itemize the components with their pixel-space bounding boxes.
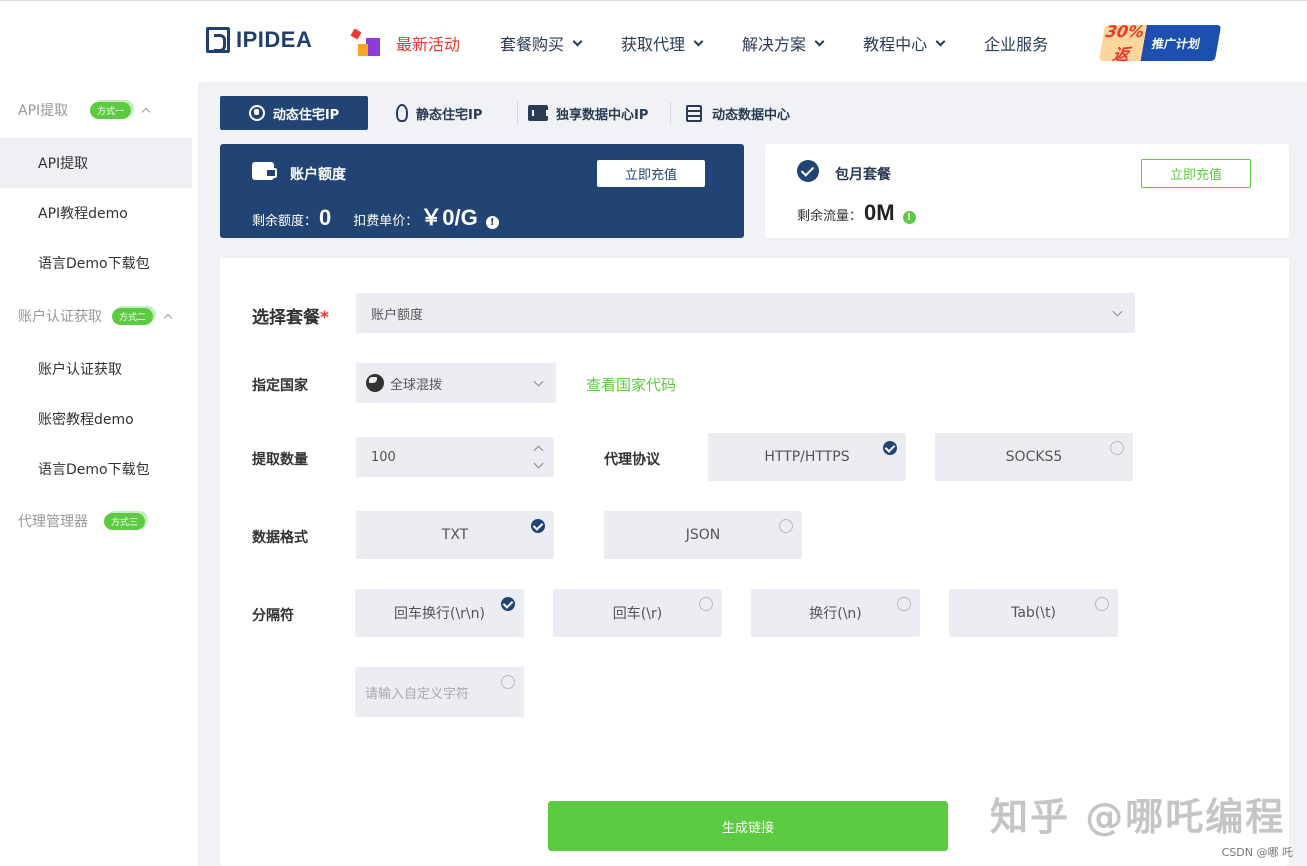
chevron-down-icon xyxy=(533,376,544,387)
brand-logo-icon xyxy=(206,27,230,53)
format-option-json[interactable]: JSON xyxy=(604,511,802,559)
sidebar-item-language-demo-2[interactable]: 语言Demo下载包 xyxy=(0,444,192,494)
package-select[interactable]: 账户额度 xyxy=(356,293,1135,333)
chevron-down-icon xyxy=(693,36,704,46)
country-code-link[interactable]: 查看国家代码 xyxy=(586,374,676,395)
datacenter-icon xyxy=(528,105,548,121)
main-nav: 最新活动 套餐购买 获取代理 解决方案 教程中心 企业服务 xyxy=(348,23,1088,63)
watermark: 知乎 @哪吒编程 xyxy=(990,795,1286,839)
required-mark: * xyxy=(320,308,329,328)
check-radio-icon xyxy=(883,441,897,455)
balance-recharge-button[interactable]: 立即充值 xyxy=(597,160,705,187)
remaining-balance-value: 0 xyxy=(319,205,332,230)
remaining-traffic-value: 0M xyxy=(864,200,895,225)
custom-separator-input[interactable]: 请输入自定义字符 xyxy=(355,667,524,717)
chevron-up-icon xyxy=(141,107,151,117)
separator-option-tab[interactable]: Tab(\t) xyxy=(949,589,1118,637)
nav-tutorials[interactable]: 教程中心 xyxy=(863,31,946,55)
nav-package-purchase[interactable]: 套餐购买 xyxy=(500,31,583,55)
radio-icon xyxy=(779,519,793,533)
globe-icon xyxy=(366,374,384,392)
brand-name: IPIDEA xyxy=(236,27,313,52)
balance-line: 剩余额度： 0 扣费单价： ￥0/G ! xyxy=(252,200,499,232)
tab-static-residential[interactable]: 静态住宅IP xyxy=(396,96,482,130)
layers-icon xyxy=(684,105,704,122)
separator-label: 分隔符 xyxy=(252,608,294,624)
protocol-label: 代理协议 xyxy=(604,452,660,468)
nav-solutions[interactable]: 解决方案 xyxy=(742,31,825,55)
tab-divider xyxy=(517,102,518,124)
chevron-down-icon xyxy=(935,36,946,46)
radio-icon xyxy=(501,675,515,689)
quantity-stepper[interactable]: 100 xyxy=(356,437,554,477)
brand-logo[interactable]: IPIDEA xyxy=(206,27,312,53)
radio-icon xyxy=(699,597,713,611)
balance-title: 账户额度 xyxy=(290,167,346,183)
sidebar-item-account-auth[interactable]: 账户认证获取 xyxy=(0,344,192,394)
monthly-package-card: 包月套餐 立即充值 剩余流量： 0M ! xyxy=(765,144,1289,238)
radio-icon xyxy=(897,597,911,611)
separator-option-lf[interactable]: 换行(\n) xyxy=(751,589,920,637)
check-radio-icon xyxy=(501,597,515,611)
traffic-line: 剩余流量： 0M ! xyxy=(797,200,916,226)
package-label: 选择套餐* xyxy=(252,308,329,328)
sidebar-item-password-demo[interactable]: 账密教程demo xyxy=(0,394,192,444)
nav-enterprise[interactable]: 企业服务 xyxy=(984,31,1048,55)
info-icon[interactable]: ! xyxy=(902,211,916,224)
separator-option-cr[interactable]: 回车(\r) xyxy=(553,589,722,637)
quantity-label: 提取数量 xyxy=(252,452,308,468)
credit-text: CSDN @哪 吒 xyxy=(1221,846,1293,859)
extraction-form: 选择套餐* 账户额度 指定国家 全球混拨 查看国家代码 提取数量 100 代理协… xyxy=(220,258,1289,866)
check-circle-icon xyxy=(797,160,819,182)
country-select[interactable]: 全球混拨 xyxy=(356,363,556,403)
check-radio-icon xyxy=(531,519,545,533)
method-badge: 方式二 xyxy=(112,307,154,325)
tab-dynamic-residential[interactable]: 动态住宅IP xyxy=(220,96,368,130)
chevron-down-icon xyxy=(1112,306,1123,317)
radio-icon xyxy=(1110,441,1124,455)
chevron-down-icon[interactable] xyxy=(533,458,544,469)
account-balance-card: 账户额度 立即充值 剩余额度： 0 扣费单价： ￥0/G ! xyxy=(220,144,744,238)
sidebar-item-language-demo[interactable]: 语言Demo下载包 xyxy=(0,238,192,288)
sidebar-item-api-extract[interactable]: API提取 xyxy=(0,138,192,188)
sidebar-group-account-auth[interactable]: 账户认证获取 方式二 xyxy=(0,291,198,341)
method-badge: 方式一 xyxy=(90,101,132,119)
location-pin-icon xyxy=(396,104,408,122)
format-option-txt[interactable]: TXT xyxy=(356,511,554,559)
unit-price-value: ￥0/G xyxy=(420,205,478,230)
chevron-down-icon xyxy=(572,36,583,46)
radio-icon xyxy=(1095,597,1109,611)
protocol-option-http[interactable]: HTTP/HTTPS xyxy=(708,433,906,481)
method-badge: 方式三 xyxy=(104,512,146,530)
sidebar-group-api[interactable]: API提取 方式一 xyxy=(0,85,198,135)
info-icon[interactable]: ! xyxy=(485,216,499,229)
protocol-option-socks5[interactable]: SOCKS5 xyxy=(935,433,1133,481)
chevron-down-icon xyxy=(814,36,825,46)
nav-get-proxy[interactable]: 获取代理 xyxy=(621,31,704,55)
nav-latest-activity[interactable]: 最新活动 xyxy=(348,26,460,60)
chevron-up-icon[interactable] xyxy=(533,445,544,456)
tab-dedicated-datacenter[interactable]: 独享数据中心IP xyxy=(528,96,648,130)
monthly-title: 包月套餐 xyxy=(835,167,891,183)
wallet-icon xyxy=(252,162,277,180)
generate-link-button[interactable]: 生成链接 xyxy=(548,801,948,851)
sidebar: API提取 方式一 API提取 API教程demo 语言Demo下载包 账户认证… xyxy=(0,82,198,866)
promo-label: 推广计划 xyxy=(1150,36,1202,51)
globe-icon xyxy=(248,105,265,121)
tab-dynamic-datacenter[interactable]: 动态数据中心 xyxy=(684,96,790,130)
promo-banner[interactable]: 30%返 推广计划 xyxy=(1098,22,1222,64)
format-label: 数据格式 xyxy=(252,530,308,546)
separator-option-crlf[interactable]: 回车换行(\r\n) xyxy=(355,589,524,637)
country-label: 指定国家 xyxy=(252,378,308,394)
tab-divider xyxy=(670,102,671,124)
promo-number: 30%返 xyxy=(1104,21,1146,64)
chevron-up-icon xyxy=(163,313,173,323)
sidebar-group-proxy-manager[interactable]: 代理管理器 方式三 xyxy=(0,496,198,546)
sidebar-item-api-demo[interactable]: API教程demo xyxy=(0,188,192,238)
top-navbar: IPIDEA 最新活动 套餐购买 获取代理 解决方案 教程中心 企业服务 30%… xyxy=(0,0,1307,82)
gift-icon xyxy=(348,26,386,60)
monthly-recharge-button[interactable]: 立即充值 xyxy=(1141,159,1251,188)
